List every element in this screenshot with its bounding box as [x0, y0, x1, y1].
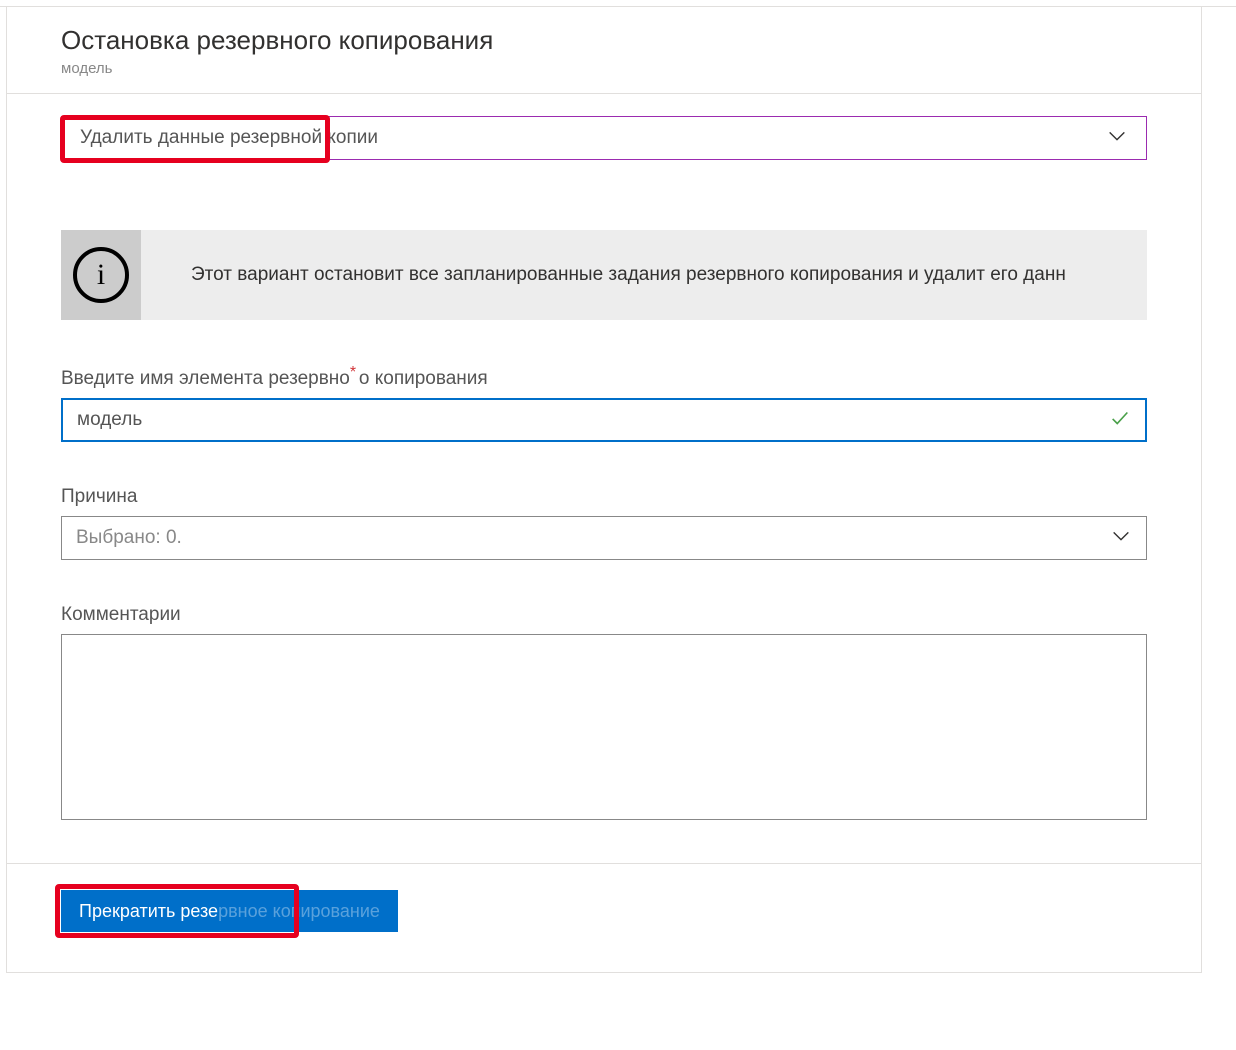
reason-field-group: Причина Выбрано: 0. — [61, 486, 1147, 560]
reason-dropdown-value: Выбрано: 0. — [76, 527, 182, 549]
chevron-down-icon — [1106, 125, 1128, 152]
comments-label: Комментарии — [61, 604, 181, 626]
info-message: Этот вариант остановит все запланированн… — [141, 264, 1066, 286]
item-name-label: Введите имя элемента резервно*о копирова… — [61, 368, 488, 390]
checkmark-icon — [1109, 407, 1131, 434]
required-indicator: * — [350, 364, 356, 382]
item-name-input[interactable]: модель — [61, 398, 1147, 442]
info-icon-container: i — [61, 230, 141, 320]
item-name-value: модель — [77, 409, 142, 431]
action-dropdown[interactable]: Удалить данные резервной копии — [61, 116, 1147, 160]
reason-label: Причина — [61, 486, 137, 508]
panel-header: Остановка резервного копирования модель — [7, 7, 1201, 89]
item-name-field-group: Введите имя элемента резервно*о копирова… — [61, 368, 1147, 442]
action-dropdown-value: Удалить данные резервной копии — [80, 127, 378, 149]
info-banner: i Этот вариант остановит все запланирова… — [61, 230, 1147, 320]
comments-textarea[interactable] — [61, 634, 1147, 820]
comments-field-group: Комментарии — [61, 604, 1147, 825]
page-subtitle: модель — [61, 60, 1201, 77]
page-title: Остановка резервного копирования — [61, 25, 1201, 56]
chevron-down-icon — [1110, 525, 1132, 552]
stop-backup-panel: Остановка резервного копирования модель … — [6, 7, 1202, 973]
info-icon: i — [73, 247, 129, 303]
panel-footer: Прекратить резервное копирование — [7, 864, 1201, 932]
stop-backup-button[interactable]: Прекратить резервное копирование — [61, 890, 398, 932]
reason-dropdown[interactable]: Выбрано: 0. — [61, 516, 1147, 560]
